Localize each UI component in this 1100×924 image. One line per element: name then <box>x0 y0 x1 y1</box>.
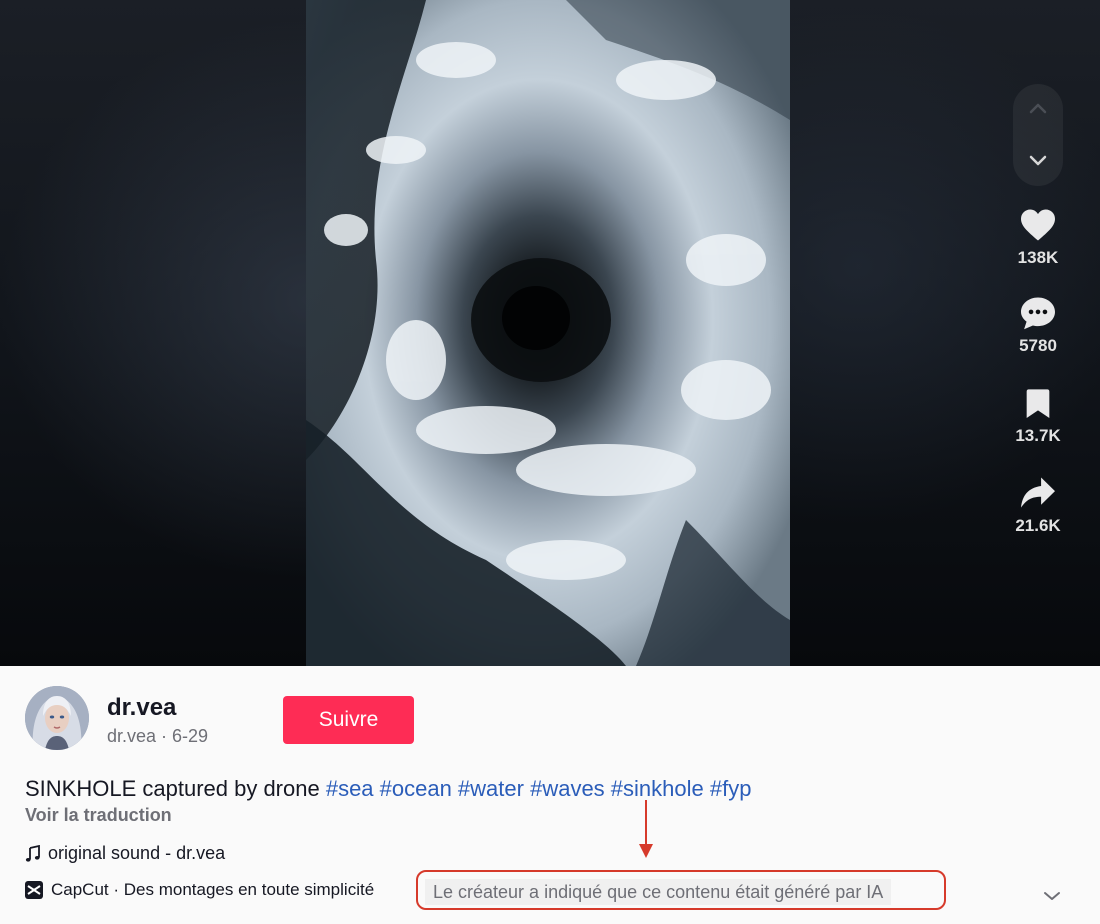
next-video-button[interactable] <box>1013 138 1063 182</box>
see-translation-link[interactable]: Voir la traduction <box>25 805 172 826</box>
video-player[interactable]: 138K 5780 13.7K 21.6K <box>0 0 1100 666</box>
comment-button[interactable]: 5780 <box>1005 296 1071 356</box>
like-button[interactable]: 138K <box>1005 208 1071 268</box>
video-frame[interactable] <box>306 0 790 666</box>
description-hashtags[interactable]: #sea #ocean #water #waves #sinkhole #fyp <box>326 776 752 801</box>
avatar[interactable] <box>25 686 89 750</box>
bookmark-icon <box>1026 389 1050 418</box>
ai-label-annotation-outline <box>416 870 946 910</box>
follow-button[interactable]: Suivre <box>283 696 414 744</box>
author-username[interactable]: dr.vea <box>107 694 176 722</box>
share-icon <box>1021 477 1055 508</box>
avatar-image <box>25 686 89 750</box>
comment-count: 5780 <box>1019 336 1057 355</box>
capcut-label: CapCut · Des montages en toute simplicit… <box>51 880 375 899</box>
annotation-arrow-icon <box>639 800 653 858</box>
sound-link[interactable]: original sound - dr.vea <box>25 843 225 864</box>
previous-video-button[interactable] <box>1013 86 1063 130</box>
capcut-link[interactable]: CapCut · Des montages en toute simplicit… <box>25 880 374 900</box>
chevron-up-icon <box>1029 103 1047 114</box>
save-button[interactable]: 13.7K <box>1005 388 1071 446</box>
heart-icon <box>1021 209 1055 241</box>
sound-label: original sound - dr.vea <box>48 843 226 863</box>
share-count: 21.6K <box>1015 516 1061 535</box>
save-count: 13.7K <box>1015 426 1061 445</box>
music-note-icon <box>25 844 40 862</box>
expand-chevron-icon[interactable] <box>1040 884 1064 908</box>
comment-icon <box>1021 297 1055 330</box>
video-description: SINKHOLE captured by drone #sea #ocean #… <box>25 776 751 802</box>
chevron-down-icon <box>1029 155 1047 166</box>
capcut-icon <box>25 881 43 899</box>
sinkhole-video-image <box>306 0 790 666</box>
share-button[interactable]: 21.6K <box>1005 476 1071 536</box>
like-count: 138K <box>1017 248 1059 267</box>
author-handle-date: dr.vea · 6-29 <box>107 726 209 746</box>
description-text: SINKHOLE captured by drone <box>25 776 326 801</box>
